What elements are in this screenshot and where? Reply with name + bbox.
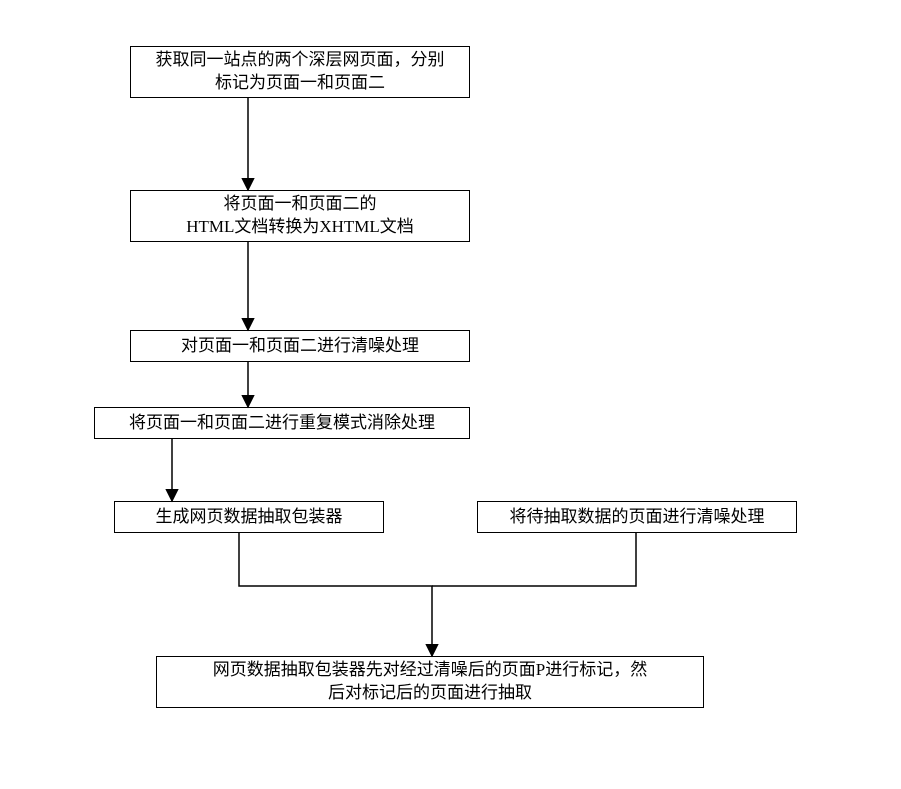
flow-node-3-label: 对页面一和页面二进行清噪处理 [181, 335, 419, 358]
flow-node-4-label: 将页面一和页面二进行重复模式消除处理 [129, 412, 435, 435]
flow-node-1-label: 获取同一站点的两个深层网页面，分别 标记为页面一和页面二 [156, 49, 445, 95]
flow-node-3: 对页面一和页面二进行清噪处理 [130, 330, 470, 362]
flow-node-1: 获取同一站点的两个深层网页面，分别 标记为页面一和页面二 [130, 46, 470, 98]
edge-n6-n7 [432, 533, 636, 586]
flow-node-5: 生成网页数据抽取包装器 [114, 501, 384, 533]
flowchart-canvas: 获取同一站点的两个深层网页面，分别 标记为页面一和页面二 将页面一和页面二的 H… [0, 0, 901, 789]
flow-node-4: 将页面一和页面二进行重复模式消除处理 [94, 407, 470, 439]
flow-node-6: 将待抽取数据的页面进行清噪处理 [477, 501, 797, 533]
edge-n5-n7 [239, 533, 432, 656]
flow-node-7-label: 网页数据抽取包装器先对经过清噪后的页面P进行标记，然 后对标记后的页面进行抽取 [213, 659, 647, 705]
flow-node-2-label: 将页面一和页面二的 HTML文档转换为XHTML文档 [186, 193, 414, 239]
flow-node-7: 网页数据抽取包装器先对经过清噪后的页面P进行标记，然 后对标记后的页面进行抽取 [156, 656, 704, 708]
flow-node-6-label: 将待抽取数据的页面进行清噪处理 [510, 506, 765, 529]
flow-node-2: 将页面一和页面二的 HTML文档转换为XHTML文档 [130, 190, 470, 242]
flow-node-5-label: 生成网页数据抽取包装器 [156, 506, 343, 529]
